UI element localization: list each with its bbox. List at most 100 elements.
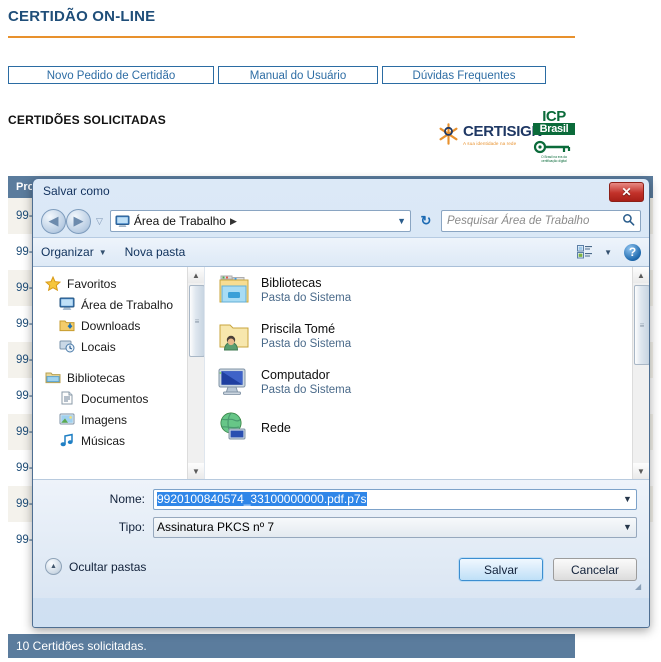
nav-label: Favoritos	[67, 276, 117, 291]
dialog-titlebar[interactable]: Salvar como ✕	[33, 179, 649, 205]
music-icon	[59, 433, 75, 448]
view-chevron-down-icon[interactable]: ▼	[604, 248, 612, 257]
scroll-down-icon[interactable]: ▼	[633, 463, 649, 479]
search-box[interactable]: Pesquisar Área de Trabalho	[441, 210, 641, 232]
filename-label: Nome:	[109, 492, 145, 506]
hide-folders-label: Ocultar pastas	[69, 559, 147, 574]
icp-brasil-text: Brasil	[533, 123, 575, 135]
pictures-icon	[59, 412, 75, 427]
list-item-text: Computador Pasta do Sistema	[261, 368, 351, 397]
list-item-text: Bibliotecas Pasta do Sistema	[261, 276, 351, 305]
dialog-fields: Nome: 9920100840574_33100000000.pdf.p7s …	[33, 480, 649, 546]
filetype-combo[interactable]: Assinatura PKCS nº 7 ▼	[153, 516, 637, 538]
list-item[interactable]: Bibliotecas Pasta do Sistema	[205, 267, 649, 313]
nav-group-separator	[33, 357, 204, 367]
nav-item-downloads[interactable]: Downloads	[33, 315, 204, 336]
scroll-down-icon[interactable]: ▼	[188, 463, 204, 479]
scrollbar-thumb[interactable]: ≡	[634, 285, 649, 365]
list-item-name: Bibliotecas	[261, 275, 322, 290]
save-as-dialog: Salvar como ✕ ◀ ▶ ▽ Área de Trabalho ▶ ▼…	[32, 178, 650, 628]
scroll-up-icon[interactable]: ▲	[188, 267, 204, 283]
breadcrumb-chevron-icon[interactable]: ▶	[230, 216, 237, 227]
navpane-scrollbar[interactable]: ▲ ≡ ▼	[187, 267, 204, 479]
nav-item-bibliotecas[interactable]: Bibliotecas	[33, 367, 204, 388]
dialog-command-bar: Organizar ▼ Nova pasta ▼ ?	[33, 237, 649, 267]
desktop-icon	[115, 215, 130, 228]
nav-label: Imagens	[81, 412, 128, 427]
resize-grip[interactable]: ◢	[635, 583, 645, 595]
filename-combo[interactable]: 9920100840574_33100000000.pdf.p7s ▼	[153, 488, 637, 510]
address-path: Área de Trabalho	[133, 214, 226, 228]
dialog-body: Favoritos Área de Trabalho Downloads Loc…	[33, 267, 649, 480]
new-folder-label: Nova pasta	[124, 245, 186, 259]
filename-input[interactable]: 9920100840574_33100000000.pdf.p7s	[157, 492, 367, 506]
nav-item-area-de-trabalho[interactable]: Área de Trabalho	[33, 294, 204, 315]
save-button[interactable]: Salvar	[458, 557, 544, 582]
back-button[interactable]: ◀	[41, 208, 66, 234]
tab-manual-usuario[interactable]: Manual do Usuário	[218, 66, 378, 84]
footer-buttons: Salvar Cancelar	[458, 557, 637, 582]
command-bar-right: ▼ ?	[577, 243, 641, 261]
user-folder-icon	[217, 319, 251, 353]
certisign-tagline: A sua identidade na rede	[463, 140, 517, 146]
page-title: CERTIDÃO ON-LINE	[8, 8, 156, 25]
nav-tabs: Novo Pedido de Certidão Manual do Usuári…	[8, 66, 546, 84]
list-item-text: Priscila Tomé Pasta do Sistema	[261, 322, 351, 351]
file-list-pane: Bibliotecas Pasta do Sistema Priscila To…	[205, 267, 649, 479]
search-icon	[622, 213, 635, 229]
recent-locations-chevron-icon[interactable]: ▽	[96, 216, 103, 227]
tab-novo-pedido[interactable]: Novo Pedido de Certidão	[8, 66, 214, 84]
filetype-row: Tipo: Assinatura PKCS nº 7 ▼	[45, 516, 637, 538]
icp-top-text: ICP	[542, 108, 566, 125]
certisign-logo: CERTISIGN A sua identidade na rede	[437, 119, 542, 153]
new-folder-button[interactable]: Nova pasta	[125, 245, 186, 259]
change-view-icon[interactable]	[577, 245, 593, 259]
star-icon	[44, 275, 62, 292]
certisign-mark-icon	[439, 123, 458, 145]
cancel-button[interactable]: Cancelar	[553, 558, 637, 581]
organize-button[interactable]: Organizar ▼	[41, 245, 107, 259]
list-item-name: Priscila Tomé	[261, 321, 336, 336]
desktop-icon	[59, 297, 75, 312]
filetype-value: Assinatura PKCS nº 7	[157, 520, 275, 534]
list-item-subtitle: Pasta do Sistema	[261, 291, 352, 304]
nav-item-documentos[interactable]: Documentos	[33, 388, 204, 409]
address-bar[interactable]: Área de Trabalho ▶ ▼	[109, 210, 411, 232]
chevron-down-icon: ▼	[98, 247, 107, 257]
nav-item-musicas[interactable]: Músicas	[33, 430, 204, 451]
hide-folders-button[interactable]: ▲ Ocultar pastas	[45, 558, 146, 575]
forward-button[interactable]: ▶	[66, 208, 91, 234]
nav-label: Documentos	[81, 391, 149, 406]
scroll-up-icon[interactable]: ▲	[633, 267, 649, 283]
dialog-address-row: ◀ ▶ ▽ Área de Trabalho ▶ ▼ ↻ Pesquisar Á…	[33, 205, 649, 237]
downloads-folder-icon	[59, 318, 75, 333]
nav-item-locais[interactable]: Locais	[33, 336, 204, 357]
nav-label: Locais	[81, 339, 116, 354]
list-item[interactable]: Rede	[205, 405, 649, 451]
filetype-label: Tipo:	[118, 520, 145, 534]
search-input[interactable]: Pesquisar Área de Trabalho	[447, 215, 622, 227]
scrollbar-thumb[interactable]: ≡	[189, 285, 204, 357]
nav-item-favoritos[interactable]: Favoritos	[33, 273, 204, 294]
libraries-folder-icon	[217, 273, 251, 307]
computer-icon	[217, 365, 251, 399]
list-item-text: Rede	[261, 421, 291, 436]
address-dropdown-icon[interactable]: ▼	[397, 216, 406, 226]
certisign-wordmark: CERTISIGN	[463, 122, 542, 140]
nav-label: Downloads	[81, 318, 141, 333]
organize-label: Organizar	[41, 245, 94, 259]
file-list-scrollbar[interactable]: ▲ ≡ ▼	[632, 267, 649, 479]
section-title: CERTIDÕES SOLICITADAS	[8, 113, 166, 127]
help-icon[interactable]: ?	[624, 243, 641, 261]
list-item[interactable]: Computador Pasta do Sistema	[205, 359, 649, 405]
close-icon[interactable]: ✕	[609, 182, 644, 202]
nav-item-imagens[interactable]: Imagens	[33, 409, 204, 430]
collapse-chevron-icon: ▲	[45, 558, 62, 575]
title-divider	[8, 36, 575, 38]
list-item[interactable]: Priscila Tomé Pasta do Sistema	[205, 313, 649, 359]
tab-duvidas-frequentes[interactable]: Dúvidas Frequentes	[382, 66, 546, 84]
filename-dropdown-icon[interactable]: ▼	[619, 490, 636, 509]
refresh-icon[interactable]: ↻	[415, 210, 437, 232]
filetype-dropdown-icon[interactable]: ▼	[619, 518, 636, 537]
list-item-subtitle: Pasta do Sistema	[261, 337, 352, 350]
